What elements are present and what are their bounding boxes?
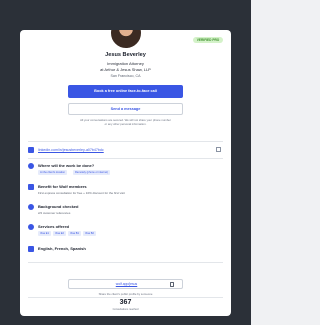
copy-icon[interactable] bbox=[170, 282, 174, 287]
background-check-label: Background checked bbox=[38, 204, 79, 209]
share-note: Share the client's public profile by som… bbox=[98, 292, 153, 296]
consultation-count-label: Consultations reached bbox=[112, 308, 139, 311]
service-chip: Visa B1 bbox=[68, 231, 81, 236]
background-check-row: Background checked 2/2 customer referenc… bbox=[28, 204, 223, 217]
profile-name: Jesus Beverley bbox=[105, 52, 146, 58]
profile-company: at Arthur & Jesus Shaw, LLP bbox=[100, 67, 151, 72]
benefit-description: First express consultation for free + 10… bbox=[38, 191, 125, 195]
divider bbox=[28, 262, 223, 263]
share-url-field[interactable]: wolf.app/jesus bbox=[68, 279, 183, 289]
services-label: Services offered bbox=[38, 224, 70, 229]
location-pin-icon bbox=[28, 163, 34, 169]
verified-badge: VERIFIED PRO bbox=[193, 37, 223, 43]
linkedin-icon bbox=[28, 147, 34, 153]
profile-card: VERIFIED PRO Jesus Beverley Immigration … bbox=[20, 30, 231, 316]
background-check-description: 2/2 customer references bbox=[38, 211, 71, 215]
benefit-label: Benefit for Wolf members bbox=[38, 184, 87, 189]
profile-title: Immigration Attorney bbox=[107, 61, 144, 66]
service-chip: Visa B2 bbox=[83, 231, 96, 236]
work-location-row: Where will the work be done? At the clie… bbox=[28, 163, 223, 177]
work-location-label: Where will the work be done? bbox=[38, 163, 95, 168]
external-link-icon[interactable] bbox=[216, 147, 221, 152]
service-chip: Visa E1 bbox=[38, 231, 51, 236]
book-call-button[interactable]: Book a free online face-to-face call bbox=[68, 85, 183, 98]
share-url[interactable]: wolf.app/jesus bbox=[69, 280, 184, 289]
language-icon bbox=[28, 246, 34, 252]
services-icon bbox=[28, 224, 34, 230]
services-row: Services offered Visa E1 Visa E2 Visa B1… bbox=[28, 224, 223, 238]
languages-value: English, French, Spanish bbox=[38, 246, 86, 251]
gift-icon bbox=[28, 184, 34, 190]
work-location-chip: Remotely (phone or internet) bbox=[73, 170, 111, 175]
linkedin-row[interactable]: linkedin.com/in/jesusbeverley-a07b47bdc bbox=[28, 147, 223, 155]
benefit-row: Benefit for Wolf members First express c… bbox=[28, 184, 223, 197]
work-location-chip: At the client's location bbox=[38, 170, 68, 175]
linkedin-link[interactable]: linkedin.com/in/jesusbeverley-a07b47bdc bbox=[38, 147, 104, 153]
divider bbox=[28, 297, 223, 298]
privacy-note: All your conversations are secured. We w… bbox=[80, 118, 171, 126]
languages-row: English, French, Spanish bbox=[28, 246, 223, 253]
consultation-count: 367 bbox=[119, 299, 132, 306]
check-shield-icon bbox=[28, 204, 34, 210]
divider bbox=[28, 158, 223, 159]
divider bbox=[28, 141, 223, 142]
avatar bbox=[110, 30, 142, 49]
profile-location: San Francisco, CA bbox=[110, 74, 141, 78]
send-message-button[interactable]: Send a message bbox=[68, 103, 183, 115]
service-chip: Visa E2 bbox=[53, 231, 66, 236]
